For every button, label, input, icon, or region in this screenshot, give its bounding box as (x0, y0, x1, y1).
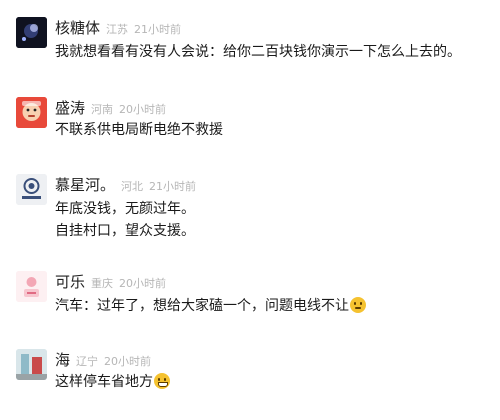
avatar[interactable] (16, 17, 47, 48)
timestamp: 20小时前 (104, 355, 152, 368)
username[interactable]: 核糖体 (55, 17, 100, 38)
dark-galaxy-avatar-icon (16, 17, 47, 48)
comment-line: 这样停车省地方 (55, 371, 170, 393)
comment-text: 我就想看看有没有人会说：给你二百块钱你演示一下怎么上去的。 (55, 41, 461, 63)
timestamp: 21小时前 (134, 23, 182, 36)
comment-meta: 盛涛 河南 20小时前 (55, 97, 166, 117)
comment-line-text: 这样停车省地方 (55, 374, 153, 390)
thinking-face-icon (350, 297, 366, 313)
location: 河北 (121, 180, 144, 193)
comment-meta: 慕星河。 河北 21小时前 (55, 174, 196, 194)
grinning-face-icon (154, 373, 170, 389)
comment-meta: 海 辽宁 20小时前 (55, 349, 151, 369)
comment-text: 这样停车省地方 (55, 371, 170, 393)
location: 辽宁 (76, 355, 99, 368)
username[interactable]: 盛涛 (55, 97, 85, 118)
cartoon-face-avatar-icon (16, 97, 47, 128)
comment-text: 汽车：过年了，想给大家磕一个，问题电线不让 (55, 295, 366, 317)
username[interactable]: 海 (55, 349, 70, 370)
timestamp: 20小时前 (119, 277, 167, 290)
avatar[interactable] (16, 97, 47, 128)
location: 河南 (91, 103, 114, 116)
comment-line: 年底没钱，无颜过年。 (55, 201, 195, 217)
avatar[interactable] (16, 271, 47, 302)
comment-line: 不联系供电局断电绝不救援 (55, 122, 223, 138)
timestamp: 21小时前 (149, 180, 197, 193)
comment-line-text: 汽车：过年了，想给大家磕一个，问题电线不让 (55, 298, 349, 314)
location: 江苏 (106, 23, 129, 36)
comment-meta: 核糖体 江苏 21小时前 (55, 17, 181, 37)
comment-line: 自挂村口，望众支援。 (55, 223, 195, 239)
timestamp: 20小时前 (119, 103, 167, 116)
photo-avatar-icon (16, 349, 47, 380)
location: 重庆 (91, 277, 114, 290)
comment-text: 不联系供电局断电绝不救援 (55, 119, 223, 141)
comment-line: 我就想看看有没有人会说：给你二百块钱你演示一下怎么上去的。 (55, 44, 461, 60)
avatar[interactable] (16, 349, 47, 380)
comment-text: 年底没钱，无颜过年。 自挂村口，望众支援。 (55, 198, 195, 242)
avatar[interactable] (16, 174, 47, 205)
username[interactable]: 慕星河。 (55, 174, 115, 195)
username[interactable]: 可乐 (55, 271, 85, 292)
comment-meta: 可乐 重庆 20小时前 (55, 271, 166, 291)
logo-avatar-icon (16, 174, 47, 205)
comment-line: 汽车：过年了，想给大家磕一个，问题电线不让 (55, 295, 366, 317)
pink-avatar-icon (16, 271, 47, 302)
